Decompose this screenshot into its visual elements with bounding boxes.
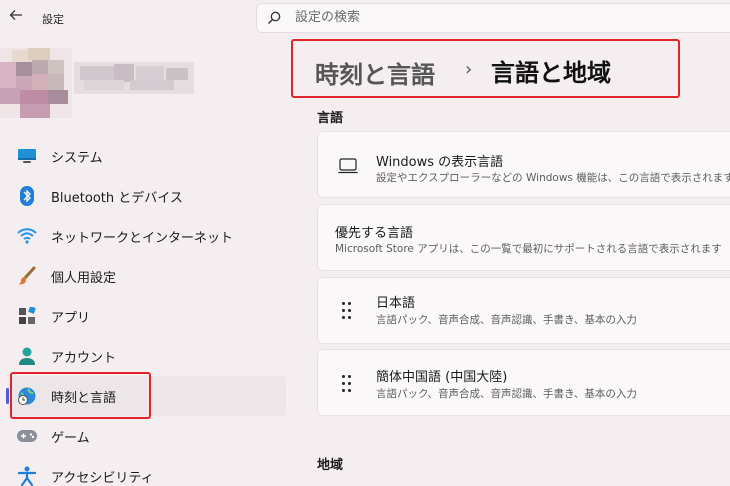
- wifi-icon: [16, 225, 38, 247]
- drag-handle-icon[interactable]: [342, 375, 354, 395]
- monitor-icon: [338, 158, 358, 178]
- app-title: 設定: [42, 13, 64, 26]
- language-item-japanese[interactable]: 日本語 言語パック、音声合成、音声認識、手書き、基本の入力: [317, 277, 730, 344]
- sidebar-item-label: 個人用設定: [51, 270, 117, 286]
- sidebar-item-label: ネットワークとインターネット: [51, 230, 234, 246]
- brush-icon: [16, 265, 38, 287]
- sidebar-item-gaming[interactable]: ゲーム: [0, 416, 290, 456]
- gamepad-icon: [16, 425, 38, 447]
- sidebar-item-time-language[interactable]: 時刻と言語: [6, 376, 286, 416]
- preferred-language-title: 優先する言語: [335, 226, 414, 241]
- user-profile[interactable]: [0, 48, 200, 118]
- sidebar-item-bluetooth[interactable]: Bluetooth とデバイス: [0, 176, 290, 216]
- system-icon: [16, 145, 38, 167]
- sidebar-item-network[interactable]: ネットワークとインターネット: [0, 216, 290, 256]
- display-language-card[interactable]: Windows の表示言語 設定やエクスプローラーなどの Windows 機能は…: [317, 131, 730, 198]
- search-icon: [268, 11, 281, 24]
- user-name-blurred: [74, 62, 194, 94]
- section-title-region: 地域: [317, 458, 344, 473]
- breadcrumb-parent[interactable]: 時刻と言語: [315, 55, 435, 90]
- bluetooth-icon: [16, 185, 38, 207]
- sidebar-item-personalization[interactable]: 個人用設定: [0, 256, 290, 296]
- sidebar-item-label: アクセシビリティ: [51, 470, 154, 486]
- search-box[interactable]: [256, 3, 730, 33]
- page-title: 言語と地域: [491, 59, 611, 87]
- language-item-chinese[interactable]: 簡体中国語 (中国大陸) 言語パック、音声合成、音声認識、手書き、基本の入力: [317, 349, 730, 416]
- sidebar-item-label: ゲーム: [51, 430, 90, 446]
- sidebar-item-label: 時刻と言語: [51, 390, 117, 406]
- preferred-language-card[interactable]: 優先する言語 Microsoft Store アプリは、この一覧で最初にサポート…: [317, 204, 730, 271]
- drag-handle-icon[interactable]: [342, 302, 354, 322]
- sidebar-item-accessibility[interactable]: アクセシビリティ: [0, 456, 290, 486]
- sidebar-item-label: アカウント: [51, 350, 117, 366]
- apps-icon: [16, 305, 38, 327]
- language-name: 簡体中国語 (中国大陸): [376, 370, 508, 385]
- account-icon: [16, 345, 38, 367]
- breadcrumb: 時刻と言語 › 言語と地域: [291, 39, 680, 98]
- accessibility-icon: [16, 465, 38, 486]
- display-language-title: Windows の表示言語: [376, 155, 504, 170]
- sidebar-item-apps[interactable]: アプリ: [0, 296, 290, 336]
- avatar: [0, 48, 72, 118]
- back-arrow-icon[interactable]: [6, 8, 26, 28]
- section-title-language: 言語: [317, 111, 344, 126]
- breadcrumb-separator: ›: [465, 59, 473, 80]
- sidebar-nav: システム Bluetooth とデバイス ネットワークとインターネット 個人用設…: [0, 136, 290, 486]
- language-features: 言語パック、音声合成、音声認識、手書き、基本の入力: [376, 314, 637, 326]
- language-name: 日本語: [376, 296, 416, 311]
- search-input[interactable]: [295, 10, 715, 25]
- sidebar-item-label: Bluetooth とデバイス: [51, 190, 183, 206]
- sidebar-item-accounts[interactable]: アカウント: [0, 336, 290, 376]
- language-features: 言語パック、音声合成、音声認識、手書き、基本の入力: [376, 388, 637, 400]
- sidebar-item-system[interactable]: システム: [0, 136, 290, 176]
- preferred-language-subtitle: Microsoft Store アプリは、この一覧で最初にサポートされる言語で表…: [335, 243, 722, 255]
- globe-clock-icon: [16, 385, 38, 407]
- display-language-subtitle: 設定やエクスプローラーなどの Windows 機能は、この言語で表示されます。: [376, 172, 730, 184]
- title-bar: 設定: [0, 0, 250, 36]
- sidebar-item-label: システム: [51, 150, 103, 166]
- sidebar-item-label: アプリ: [51, 310, 91, 326]
